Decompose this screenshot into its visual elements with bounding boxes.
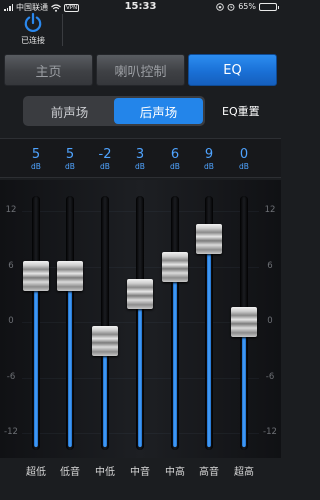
eq-slider-track[interactable] <box>171 196 179 450</box>
eq-slider-knob[interactable] <box>127 279 153 310</box>
header-divider <box>62 14 63 46</box>
db-scale-label-left: 0 <box>8 316 14 326</box>
band-value: 0 dB <box>229 147 259 171</box>
band-value-unit: dB <box>31 162 41 171</box>
eq-reset-button[interactable]: EQ重置 <box>222 103 260 119</box>
eq-slider-knob[interactable] <box>92 325 118 356</box>
band-label: 低音 <box>60 467 80 478</box>
power-button[interactable]: 已连接 <box>13 12 53 46</box>
sound-field-selector: 前声场 后声场 <box>23 96 205 126</box>
db-scale-label-right: -6 <box>265 371 275 382</box>
tab-home[interactable]: 主页 <box>4 54 93 86</box>
eq-slider-knob[interactable] <box>231 307 257 337</box>
band-value: 5 dB <box>21 147 51 171</box>
db-scale-label-left: -6 <box>6 371 16 382</box>
band-value-unit: dB <box>135 162 145 171</box>
front-sound-field-option[interactable]: 前声场 <box>25 98 114 124</box>
band-value-unit: dB <box>100 162 110 171</box>
tab-eq[interactable]: EQ <box>188 54 277 86</box>
eq-panel: 12 12 6 6 0 0 -6 -6 -12 -12 <box>0 180 281 458</box>
power-icon <box>24 12 42 32</box>
band-value: 9 dB <box>194 147 224 171</box>
band-label: 超高 <box>234 467 254 478</box>
eq-slider-fill <box>103 340 107 447</box>
eq-slider-knob[interactable] <box>23 260 49 291</box>
alarm-icon <box>227 3 235 11</box>
band-value-unit: dB <box>65 162 75 171</box>
band-label: 中高 <box>165 467 185 478</box>
eq-slider-fill <box>68 275 72 447</box>
eq-slider-knob[interactable] <box>57 260 83 291</box>
band-value-unit: dB <box>239 162 249 171</box>
band-label: 中低 <box>95 467 115 478</box>
orientation-lock-icon <box>216 2 224 11</box>
db-scale-label-right: 12 <box>264 205 276 215</box>
band-value-unit: dB <box>204 162 214 171</box>
eq-slider-track[interactable] <box>136 196 144 450</box>
eq-values-row: 5 dB 5 dB -2 dB 3 dB 6 dB 9 dB 0 dB <box>0 138 281 178</box>
nav-tabs: 主页 喇叭控制 EQ <box>4 54 277 86</box>
db-scale-label-right: -12 <box>263 427 277 437</box>
band-value-unit: dB <box>170 162 180 171</box>
band-value-number: -2 <box>98 147 112 162</box>
battery-icon <box>259 2 279 11</box>
db-scale-label-right: 0 <box>267 316 273 326</box>
db-scale-label-left: 6 <box>8 260 14 271</box>
eq-slider-fill <box>138 294 142 447</box>
band-value-number: 0 <box>239 147 249 162</box>
band-value-number: 6 <box>170 147 180 162</box>
eq-slider-track[interactable] <box>32 196 40 450</box>
eq-slider-track[interactable] <box>101 196 109 450</box>
eq-slider-fill <box>207 238 211 447</box>
band-value-number: 5 <box>65 147 75 162</box>
band-value: 5 dB <box>55 147 85 171</box>
band-label: 中音 <box>130 467 150 478</box>
band-value: 3 dB <box>125 147 155 171</box>
band-value: 6 dB <box>160 147 190 171</box>
eq-slider-knob[interactable] <box>196 223 222 254</box>
band-label: 高音 <box>199 467 219 478</box>
tab-speaker-control[interactable]: 喇叭控制 <box>96 54 185 86</box>
eq-slider-fill <box>34 275 38 447</box>
eq-slider-fill <box>242 322 246 447</box>
battery-percent: 65% <box>238 2 256 11</box>
band-label: 超低 <box>26 467 46 478</box>
status-right: 65% <box>216 2 279 11</box>
db-scale-label-left: 12 <box>5 205 17 215</box>
db-scale-label-right: 6 <box>267 260 273 271</box>
db-scale-label-left: -12 <box>4 427 18 437</box>
eq-slider-knob[interactable] <box>162 251 188 282</box>
band-value-number: 3 <box>135 147 145 162</box>
connection-status: 已连接 <box>21 36 45 45</box>
band-value-number: 9 <box>204 147 214 162</box>
band-value: -2 dB <box>90 147 120 171</box>
eq-slider-track[interactable] <box>66 196 74 450</box>
eq-slider-fill <box>173 266 177 447</box>
rear-sound-field-option[interactable]: 后声场 <box>114 98 203 124</box>
band-value-number: 5 <box>31 147 41 162</box>
